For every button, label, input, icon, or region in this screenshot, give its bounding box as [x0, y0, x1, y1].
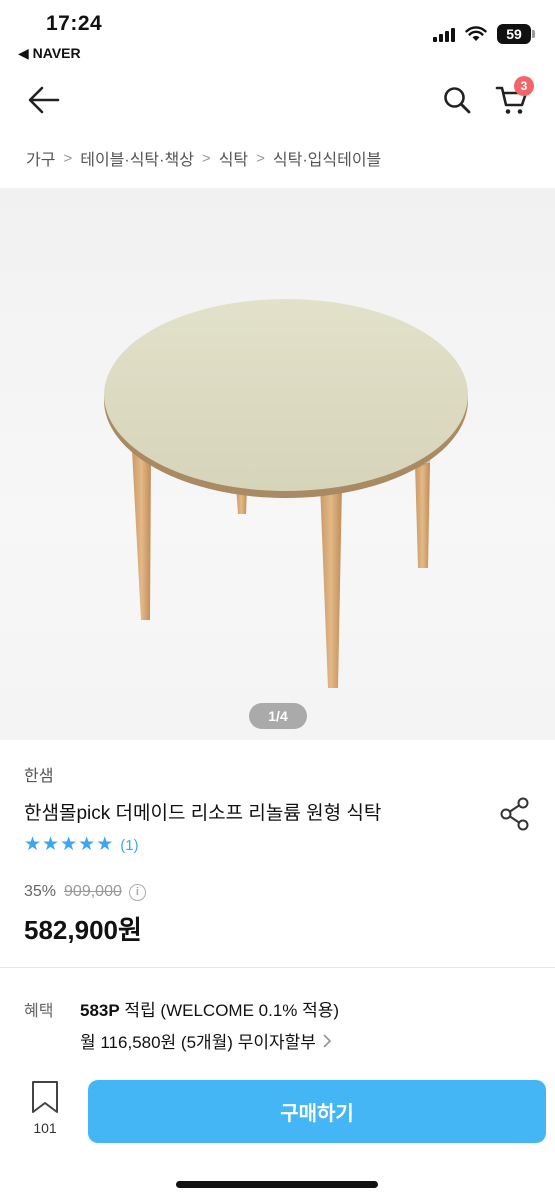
image-counter: 1/4 [249, 703, 307, 729]
breadcrumb-item[interactable]: 테이블·식탁·책상 [80, 146, 194, 170]
rating[interactable]: ★ ★ ★ ★ ★ (1) [24, 835, 139, 855]
benefit-label: 혜택 [24, 1003, 54, 1020]
product-title: 한샘몰pick 더메이드 리소프 리놀륨 원형 식탁 [24, 803, 382, 824]
bottom-action-bar: 101 구매하기 [0, 1060, 555, 1200]
discount-rate: 35% [24, 883, 57, 900]
breadcrumb: 가구 > 테이블·식탁·책상 > 식탁 > 식탁·입식테이블 [26, 145, 381, 171]
star-icon: ★ [96, 834, 114, 855]
chevron-right-icon [323, 1033, 332, 1048]
arrow-left-icon [28, 86, 60, 114]
points-text: 적립 (WELCOME 0.1% 적용) [119, 1001, 340, 1020]
chevron-right-icon: > [63, 149, 73, 167]
original-price: 909,000 [64, 883, 122, 900]
home-indicator [176, 1181, 378, 1188]
share-icon [500, 797, 529, 831]
installment-text: 월 116,580원 (5개월) 무이자할부 [80, 1033, 316, 1052]
round-table-illustration [104, 299, 468, 688]
status-bar: 17:24 ◀ NAVER 59 [0, 0, 555, 70]
points-amount: 583P [80, 1001, 120, 1020]
search-button[interactable] [437, 80, 477, 120]
sale-price: 582,900원 [24, 915, 142, 945]
cart-count-badge: 3 [514, 76, 534, 96]
product-image[interactable] [0, 188, 555, 740]
back-button[interactable] [24, 80, 64, 120]
installment-link[interactable]: 월 116,580원 (5개월) 무이자할부 [80, 1028, 332, 1053]
search-icon [444, 87, 471, 114]
status-icons: 59 [433, 22, 535, 46]
cellular-signal-icon [433, 26, 455, 42]
chevron-right-icon: > [201, 149, 211, 167]
info-icon[interactable]: i [128, 883, 146, 901]
star-icon: ★ [60, 834, 78, 855]
status-time: 17:24 [46, 12, 103, 35]
star-icon: ★ [24, 834, 42, 855]
breadcrumb-item[interactable]: 식탁 [219, 146, 248, 170]
share-button[interactable] [496, 795, 534, 833]
battery-icon: 59 [497, 24, 535, 44]
breadcrumb-item[interactable]: 식탁·입식테이블 [273, 146, 381, 170]
wifi-icon [465, 26, 487, 41]
bookmark-count: 101 [33, 1120, 57, 1136]
review-count[interactable]: (1) [120, 837, 138, 854]
points-benefit: 583P 적립 (WELCOME 0.1% 적용) [80, 996, 339, 1021]
star-icon: ★ [42, 834, 60, 855]
star-icon: ★ [78, 834, 96, 855]
chevron-right-icon: > [256, 149, 265, 167]
bookmark-button[interactable]: 101 [22, 1080, 68, 1142]
cart-button[interactable]: 3 [490, 76, 534, 122]
back-to-app-link[interactable]: ◀ NAVER [18, 45, 81, 62]
breadcrumb-item[interactable]: 가구 [26, 146, 55, 170]
bookmark-icon [32, 1081, 58, 1113]
brand-name[interactable]: 한샘 [24, 762, 53, 786]
divider [0, 967, 555, 968]
top-nav: 3 [0, 70, 555, 130]
buy-button[interactable]: 구매하기 [88, 1080, 546, 1143]
discount-row: 35% 909,000 i [24, 880, 146, 904]
